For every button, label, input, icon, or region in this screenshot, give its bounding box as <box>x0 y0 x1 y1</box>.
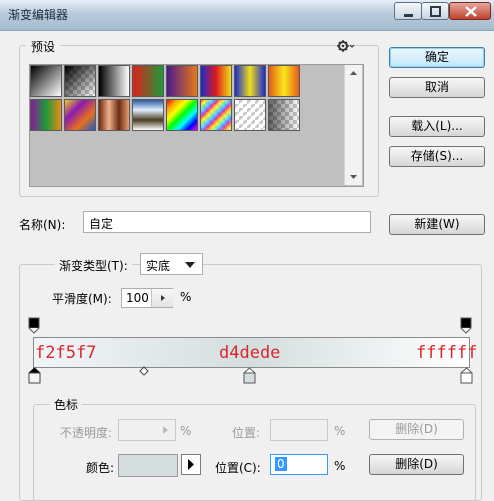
presets-label: 预设 <box>26 38 61 55</box>
close-icon <box>465 6 477 17</box>
stop-color-annotation-2: d4dede <box>219 343 281 363</box>
name-label: 名称(N): <box>19 218 66 232</box>
preset-swatch-spectrum[interactable] <box>166 99 198 131</box>
preset-swatch-fill <box>99 66 129 96</box>
preset-swatch-fill <box>65 66 95 96</box>
smoothness-unit: % <box>180 290 192 304</box>
color-stops-label: 色标 <box>50 396 83 413</box>
color-picker-button[interactable] <box>181 454 201 475</box>
smoothness-slider-button[interactable] <box>151 289 173 307</box>
preset-swatch-copper[interactable] <box>98 99 130 131</box>
preset-swatch-black-white[interactable] <box>30 65 62 97</box>
preset-swatch-violet-orange[interactable] <box>166 65 198 97</box>
midpoint-diamond[interactable] <box>139 366 149 376</box>
ok-button[interactable]: 确定 <box>389 47 485 68</box>
maximize-button[interactable] <box>421 2 449 20</box>
window-title: 渐变编辑器 <box>8 8 69 22</box>
smoothness-label: 平滑度(M): <box>52 292 112 306</box>
preset-swatch-fill <box>201 66 231 96</box>
preset-swatch-fill <box>167 66 197 96</box>
cancel-button[interactable]: 取消 <box>389 77 485 98</box>
color-label: 颜色: <box>86 461 115 475</box>
name-input[interactable]: 自定 <box>83 211 371 233</box>
location-unit: % <box>334 459 346 473</box>
opacity-location-label: 位置: <box>232 426 261 440</box>
chevron-down-icon <box>185 262 195 268</box>
preset-swatch-yellow-violet-orange-blue[interactable] <box>64 99 96 131</box>
preset-swatch-blue-red-yellow[interactable] <box>200 65 232 97</box>
location-label: 位置(C): <box>215 461 261 475</box>
preset-swatch-fill <box>133 100 163 130</box>
opacity-location-unit: % <box>334 424 346 438</box>
scroll-arrows-icon <box>350 71 357 179</box>
location-input[interactable]: 0 <box>270 454 328 475</box>
preset-swatch-fill <box>31 100 61 130</box>
opacity-label: 不透明度: <box>60 426 113 440</box>
opacity-stop-right[interactable] <box>460 317 472 334</box>
preset-swatch-fill <box>201 100 231 130</box>
load-button[interactable]: 载入(L)... <box>389 116 485 137</box>
preset-swatch-black-transparent[interactable] <box>64 65 96 97</box>
preset-swatch-transparent-stripes[interactable] <box>234 99 266 131</box>
preset-swatch-fill <box>31 66 61 96</box>
preset-swatch-fill <box>269 100 299 130</box>
preset-swatch-black-white-2[interactable] <box>98 65 130 97</box>
chevron-right-icon <box>163 426 168 434</box>
gradient-type-label: 渐变类型(T): <box>55 257 132 274</box>
opacity-input[interactable] <box>118 419 176 441</box>
preset-swatch-neutral-density[interactable] <box>268 99 300 131</box>
preset-swatch-red-green[interactable] <box>132 65 164 97</box>
maximize-icon <box>430 6 441 17</box>
preset-swatch-fill <box>235 66 265 96</box>
stop-color-swatch[interactable] <box>118 454 178 477</box>
opacity-location-input[interactable] <box>270 419 328 441</box>
minimize-button[interactable] <box>394 2 422 20</box>
preset-swatch-violet-green-orange[interactable] <box>30 99 62 131</box>
preset-scrollbar[interactable] <box>344 65 362 185</box>
color-stop-middle[interactable] <box>243 367 256 384</box>
close-button[interactable] <box>449 2 491 20</box>
preset-swatch-fill <box>269 66 299 96</box>
minimize-icon <box>404 14 413 17</box>
chevron-right-icon <box>188 459 194 470</box>
stop-color-annotation-1: f2f5f7 <box>35 343 97 363</box>
opacity-stop-left[interactable] <box>28 317 40 334</box>
color-delete-button[interactable]: 删除(D) <box>369 454 464 475</box>
gradient-type-value: 实底 <box>146 259 171 273</box>
preset-swatch-chrome[interactable] <box>132 99 164 131</box>
preset-swatch-fill <box>65 100 95 130</box>
preset-swatch-fill <box>167 100 197 130</box>
preset-swatch-fill <box>235 100 265 130</box>
opacity-delete-button[interactable]: 删除(D) <box>369 419 464 440</box>
gradient-type-select[interactable]: 实底 <box>140 253 203 275</box>
opacity-unit: % <box>180 424 192 438</box>
preset-swatch-fill <box>133 66 163 96</box>
color-stop-right[interactable] <box>460 367 473 384</box>
preset-swatch-orange-yellow-orange[interactable] <box>268 65 300 97</box>
chevron-right-icon <box>161 295 165 301</box>
color-stop-left[interactable] <box>28 367 41 384</box>
stop-color-annotation-3: ffffff <box>416 343 478 363</box>
new-button[interactable]: 新建(W) <box>389 214 485 235</box>
gear-icon[interactable] <box>337 39 355 56</box>
preset-swatch-fill <box>99 100 129 130</box>
save-button[interactable]: 存储(S)... <box>389 146 485 167</box>
preset-swatch-transparent-rainbow[interactable] <box>200 99 232 131</box>
location-value: 0 <box>275 457 287 471</box>
preset-swatch-blue-yellow-blue[interactable] <box>234 65 266 97</box>
